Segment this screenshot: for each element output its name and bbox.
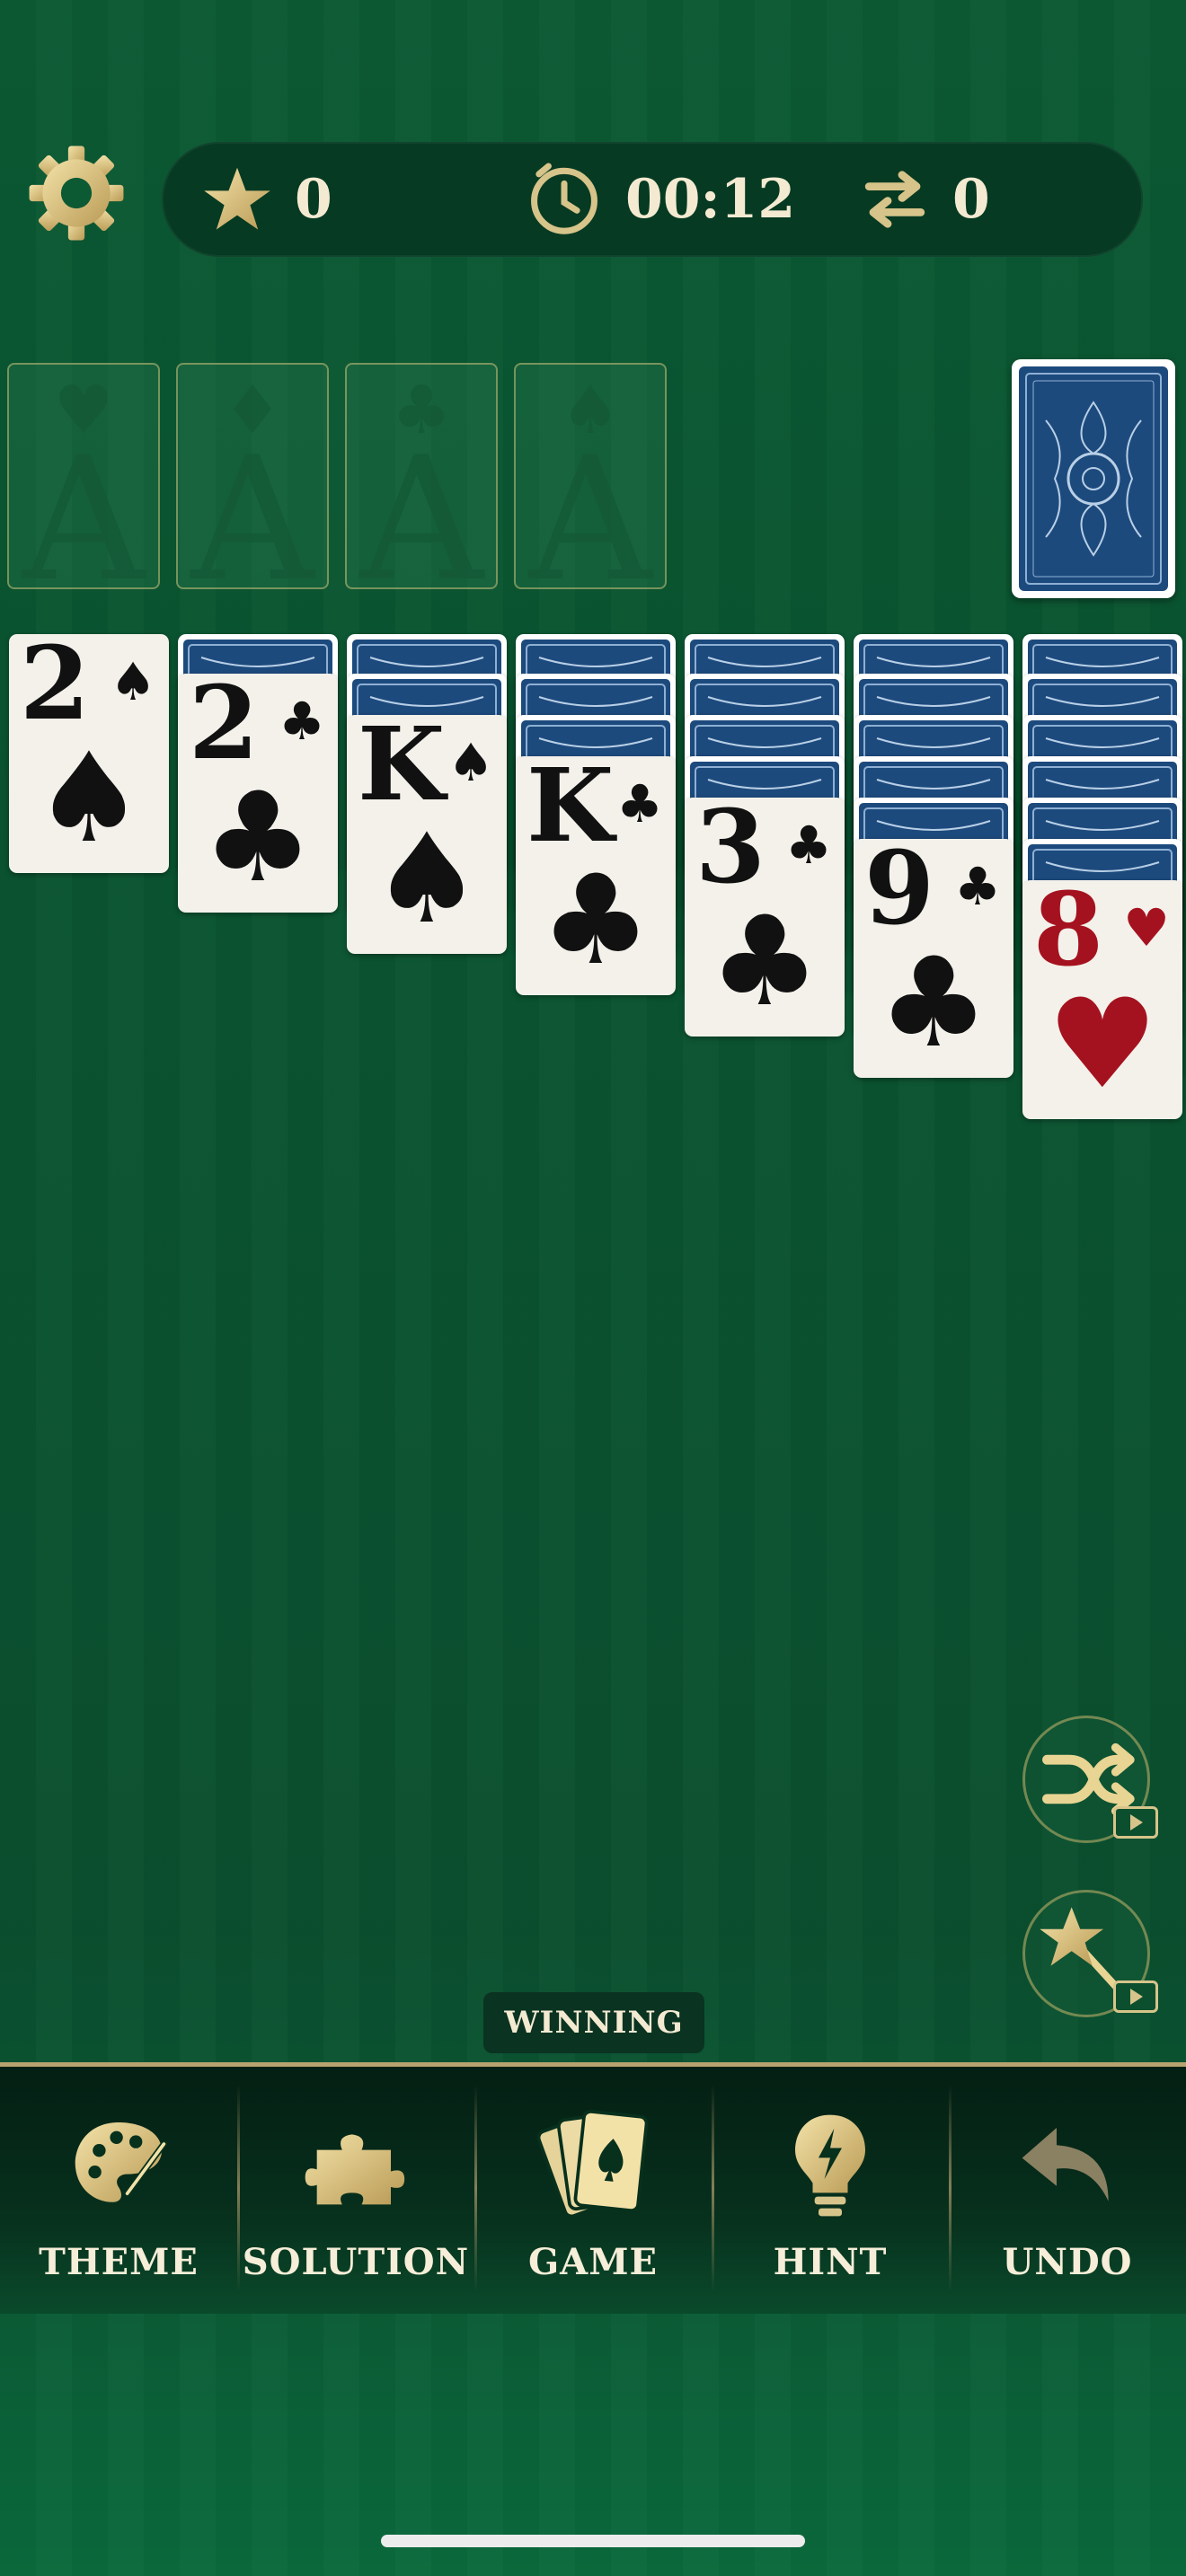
- bottom-nav-bar: THEME SOLUTION GAME HINT UNDO: [0, 2062, 1186, 2314]
- star-icon: [204, 167, 270, 230]
- nav-undo-button[interactable]: UNDO: [949, 2067, 1186, 2309]
- tableau-card[interactable]: 9 ♣ ♣: [854, 839, 1013, 1078]
- card-back: [1019, 366, 1168, 591]
- card-rank: 9: [864, 839, 934, 948]
- undo-icon: [1022, 2128, 1109, 2201]
- club-icon: ♣: [878, 931, 989, 1075]
- spade-icon: ♠: [371, 807, 482, 951]
- palette-icon: [75, 2122, 167, 2202]
- club-icon: ♣: [279, 691, 325, 752]
- winning-status-badge: WINNING: [483, 1992, 704, 2053]
- foundation-clubs[interactable]: ♣ A: [345, 363, 498, 589]
- heart-icon: ♥: [1123, 897, 1170, 958]
- nav-solution-button[interactable]: SOLUTION: [237, 2067, 474, 2309]
- home-indicator[interactable]: [381, 2535, 805, 2547]
- spade-icon: ♠: [110, 651, 156, 712]
- stock-pile[interactable]: [1012, 359, 1175, 598]
- nav-label: UNDO: [1002, 2241, 1133, 2283]
- moves-value: 0: [952, 168, 990, 231]
- card-rank: 3: [695, 798, 766, 906]
- nav-label: HINT: [773, 2241, 888, 2283]
- tableau-card[interactable]: K ♠ ♠: [347, 715, 507, 954]
- club-icon: ♣: [202, 765, 314, 910]
- video-ad-icon: [1113, 1981, 1158, 2013]
- card-rank: K: [527, 756, 614, 865]
- clock-icon: [531, 163, 597, 234]
- magic-wand-button[interactable]: [1022, 1890, 1158, 2017]
- foundation-rank: A: [528, 420, 652, 589]
- tableau-card[interactable]: K ♣ ♣: [516, 756, 676, 995]
- nav-game-button[interactable]: GAME: [474, 2067, 712, 2309]
- tableau-card[interactable]: 2 ♣ ♣: [178, 674, 338, 913]
- cards-icon: [536, 2109, 649, 2219]
- foundation-spades[interactable]: ♠ A: [514, 363, 667, 589]
- puzzle-icon: [305, 2134, 405, 2205]
- foundation-rank: A: [190, 420, 314, 589]
- nav-label: SOLUTION: [242, 2241, 470, 2283]
- foundation-rank: A: [359, 420, 483, 589]
- club-icon: ♣: [785, 815, 832, 876]
- nav-label: THEME: [39, 2241, 199, 2283]
- foundation-hearts[interactable]: ♥ A: [7, 363, 160, 589]
- card-rank: 8: [1033, 880, 1103, 989]
- moves-stat: 0: [859, 142, 990, 257]
- club-icon: ♣: [954, 856, 1001, 917]
- spade-icon: ♠: [33, 726, 145, 870]
- nav-hint-button[interactable]: HINT: [712, 2067, 949, 2309]
- score-stat: 0: [201, 142, 332, 257]
- card-rank: K: [358, 715, 445, 824]
- heart-icon: ♥: [1047, 972, 1158, 1116]
- video-ad-icon: [1113, 1806, 1158, 1839]
- club-icon: ♣: [540, 848, 651, 992]
- foundation-diamonds[interactable]: ♦ A: [176, 363, 329, 589]
- nav-label: GAME: [528, 2241, 658, 2283]
- card-rank: 2: [20, 634, 90, 743]
- club-icon: ♣: [709, 889, 820, 1034]
- nav-theme-button[interactable]: THEME: [0, 2067, 237, 2309]
- timer-value: 00:12: [625, 168, 796, 231]
- settings-gear-icon[interactable]: [25, 142, 128, 244]
- tableau-card[interactable]: 2 ♠ ♠: [9, 634, 169, 873]
- club-icon: ♣: [616, 773, 663, 834]
- swap-arrows-icon: [864, 171, 925, 228]
- timer-stat: 00:12: [525, 142, 795, 257]
- tableau-card[interactable]: 8 ♥ ♥: [1022, 880, 1182, 1119]
- tableau-card[interactable]: 3 ♣ ♣: [685, 798, 845, 1037]
- score-value: 0: [295, 168, 332, 231]
- stats-bar: 0 00:12 0: [162, 142, 1143, 257]
- foundation-rank: A: [22, 420, 146, 589]
- shuffle-button[interactable]: [1022, 1716, 1158, 1843]
- spade-icon: ♠: [447, 732, 494, 793]
- card-rank: 2: [189, 674, 259, 782]
- lightbulb-icon: [795, 2114, 865, 2217]
